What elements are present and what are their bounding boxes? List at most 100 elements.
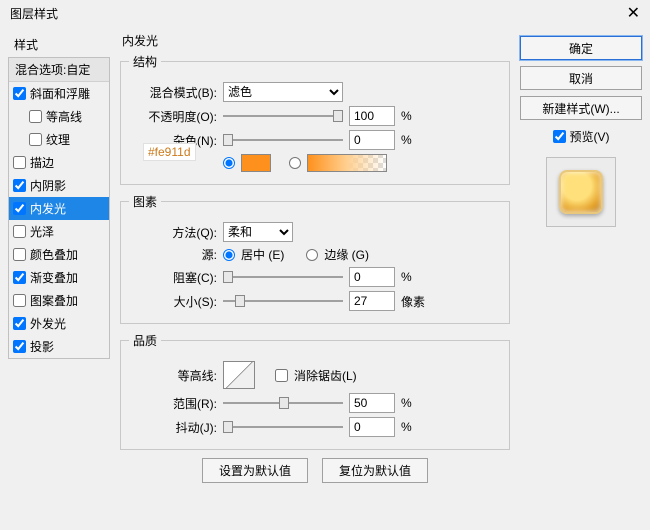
structure-group: 结构 混合模式(B): 滤色 不透明度(O): % 杂色(N): %	[120, 53, 510, 185]
range-slider[interactable]	[223, 395, 343, 411]
style-item-label: 颜色叠加	[30, 246, 78, 263]
quality-group: 品质 等高线: 消除锯齿(L) 范围(R): % 抖动(J):	[120, 332, 510, 450]
source-edge-label: 边缘 (G)	[324, 246, 369, 263]
new-style-button[interactable]: 新建样式(W)...	[520, 96, 642, 120]
choke-unit: %	[401, 270, 425, 284]
style-item-label: 描边	[30, 154, 54, 171]
right-column: 确定 取消 新建样式(W)... 预览(V)	[520, 32, 642, 483]
style-item-11[interactable]: 投影	[9, 335, 109, 358]
gradient-radio[interactable]	[289, 157, 301, 169]
style-item-label: 内阴影	[30, 177, 66, 194]
left-column: 样式 混合选项:自定 斜面和浮雕等高线纹理描边内阴影内发光光泽颜色叠加渐变叠加图…	[8, 32, 110, 483]
structure-legend: 结构	[129, 53, 161, 70]
style-item-checkbox[interactable]	[13, 317, 26, 330]
jitter-input[interactable]	[349, 417, 395, 437]
choke-slider[interactable]	[223, 269, 343, 285]
choke-label: 阻塞(C):	[129, 269, 217, 286]
close-icon[interactable]: ✕	[627, 0, 640, 28]
preview-checkbox[interactable]	[553, 130, 566, 143]
style-item-checkbox[interactable]	[13, 248, 26, 261]
noise-input[interactable]	[349, 130, 395, 150]
contour-picker[interactable]	[223, 361, 255, 389]
opacity-input[interactable]	[349, 106, 395, 126]
style-item-checkbox[interactable]	[13, 202, 26, 215]
style-item-label: 斜面和浮雕	[30, 85, 90, 102]
color-swatch[interactable]	[241, 154, 271, 172]
range-unit: %	[401, 396, 425, 410]
elements-group: 图素 方法(Q): 柔和 源: 居中 (E) 边缘 (G) 阻塞(C):	[120, 193, 510, 324]
style-item-5[interactable]: 内发光	[9, 197, 109, 220]
contour-label: 等高线:	[129, 367, 217, 384]
jitter-unit: %	[401, 420, 425, 434]
style-item-label: 内发光	[30, 200, 66, 217]
noise-unit: %	[401, 133, 425, 147]
preview-thumbnail	[559, 170, 603, 214]
style-item-checkbox[interactable]	[13, 87, 26, 100]
style-item-10[interactable]: 外发光	[9, 312, 109, 335]
styles-label: 样式	[8, 32, 110, 57]
set-default-button[interactable]: 设置为默认值	[202, 458, 308, 483]
range-label: 范围(R):	[129, 395, 217, 412]
choke-input[interactable]	[349, 267, 395, 287]
antialias-checkbox[interactable]	[275, 369, 288, 382]
jitter-slider[interactable]	[223, 419, 343, 435]
opacity-slider[interactable]	[223, 108, 343, 124]
style-item-checkbox[interactable]	[13, 225, 26, 238]
style-item-checkbox[interactable]	[29, 110, 42, 123]
antialias-label: 消除锯齿(L)	[294, 367, 357, 384]
blend-options-header[interactable]: 混合选项:自定	[9, 58, 109, 82]
style-item-0[interactable]: 斜面和浮雕	[9, 82, 109, 105]
source-label: 源:	[129, 246, 217, 263]
jitter-label: 抖动(J):	[129, 419, 217, 436]
style-item-8[interactable]: 渐变叠加	[9, 266, 109, 289]
style-item-checkbox[interactable]	[13, 294, 26, 307]
style-item-checkbox[interactable]	[29, 133, 42, 146]
preview-box	[546, 157, 616, 227]
solid-color-radio[interactable]	[223, 157, 235, 169]
style-item-7[interactable]: 颜色叠加	[9, 243, 109, 266]
style-list: 混合选项:自定 斜面和浮雕等高线纹理描边内阴影内发光光泽颜色叠加渐变叠加图案叠加…	[8, 57, 110, 359]
gradient-swatch[interactable]	[307, 154, 387, 172]
noise-slider[interactable]	[223, 132, 343, 148]
style-item-label: 图案叠加	[30, 292, 78, 309]
style-item-2[interactable]: 纹理	[9, 128, 109, 151]
style-item-6[interactable]: 光泽	[9, 220, 109, 243]
range-input[interactable]	[349, 393, 395, 413]
size-unit: 像素	[401, 293, 425, 310]
elements-legend: 图素	[129, 193, 161, 210]
style-item-1[interactable]: 等高线	[9, 105, 109, 128]
blend-mode-select[interactable]: 滤色	[223, 82, 343, 102]
style-item-label: 渐变叠加	[30, 269, 78, 286]
style-item-label: 投影	[30, 338, 54, 355]
style-item-label: 等高线	[46, 108, 82, 125]
size-label: 大小(S):	[129, 293, 217, 310]
color-hex-tooltip: #fe911d	[143, 143, 196, 161]
panel-title: 内发光	[116, 32, 514, 53]
style-item-label: 纹理	[46, 131, 70, 148]
style-item-4[interactable]: 内阴影	[9, 174, 109, 197]
method-select[interactable]: 柔和	[223, 222, 293, 242]
preview-label: 预览(V)	[570, 128, 610, 145]
source-center-label: 居中 (E)	[241, 246, 284, 263]
style-item-checkbox[interactable]	[13, 156, 26, 169]
settings-panel: 内发光 结构 混合模式(B): 滤色 不透明度(O): % 杂色(N):	[116, 32, 514, 483]
style-item-label: 外发光	[30, 315, 66, 332]
style-item-checkbox[interactable]	[13, 179, 26, 192]
source-edge-radio[interactable]	[306, 249, 318, 261]
style-item-3[interactable]: 描边	[9, 151, 109, 174]
source-center-radio[interactable]	[223, 249, 235, 261]
cancel-button[interactable]: 取消	[520, 66, 642, 90]
ok-button[interactable]: 确定	[520, 36, 642, 60]
method-label: 方法(Q):	[129, 224, 217, 241]
blend-mode-label: 混合模式(B):	[129, 84, 217, 101]
style-item-checkbox[interactable]	[13, 340, 26, 353]
window-title: 图层样式	[10, 0, 58, 28]
size-input[interactable]	[349, 291, 395, 311]
size-slider[interactable]	[223, 293, 343, 309]
reset-default-button[interactable]: 复位为默认值	[322, 458, 428, 483]
title-bar: 图层样式 ✕	[0, 0, 650, 28]
layer-style-dialog: 图层样式 ✕ 样式 混合选项:自定 斜面和浮雕等高线纹理描边内阴影内发光光泽颜色…	[0, 0, 650, 530]
style-item-checkbox[interactable]	[13, 271, 26, 284]
style-item-9[interactable]: 图案叠加	[9, 289, 109, 312]
opacity-label: 不透明度(O):	[129, 108, 217, 125]
